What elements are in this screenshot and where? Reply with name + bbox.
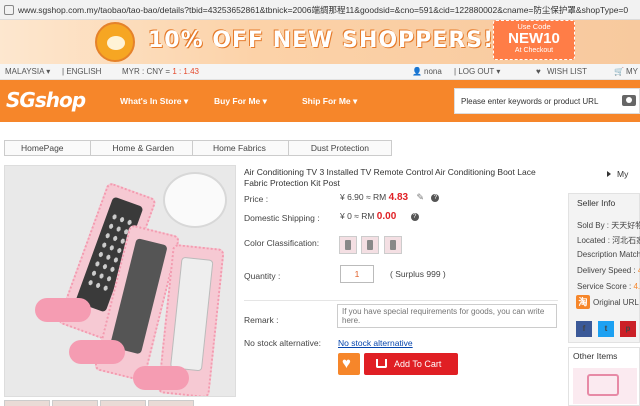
promo-text: 10% OFF NEW SHOPPERS! xyxy=(148,28,495,53)
other-item-image[interactable] xyxy=(573,368,637,404)
color-swatch-2[interactable] xyxy=(361,236,379,254)
shipping-rm: 0.00 xyxy=(376,211,397,222)
other-items-title: Other Items xyxy=(573,351,618,361)
breadcrumb-home-fabrics[interactable]: Home Fabrics xyxy=(191,140,289,156)
region-label: MALAYSIA xyxy=(5,67,44,76)
breadcrumb-dust-protection[interactable]: Dust Protection xyxy=(287,140,392,156)
edit-icon[interactable]: ✎ xyxy=(416,193,425,202)
region-select[interactable]: MALAYSIA ▾ xyxy=(5,67,50,76)
cart-icon xyxy=(376,359,387,368)
cart-icon: 🛒 xyxy=(614,67,624,76)
quantity-label: Quantity : xyxy=(244,271,281,281)
rate-value: 1 : 1.43 xyxy=(172,67,199,76)
price-value: ¥ 6.90 ≈ RM 4.83 ✎? xyxy=(340,192,440,203)
other-items-panel: Other Items xyxy=(568,347,640,406)
url-text[interactable]: www.sgshop.com.my/taobao/tao-bao/details… xyxy=(18,4,628,16)
color-label: Color Classification: xyxy=(244,238,320,248)
service-label: Service Score : xyxy=(577,282,634,291)
user-name[interactable]: nona xyxy=(424,67,442,76)
my-link[interactable]: MY xyxy=(626,67,638,76)
mascot-icon xyxy=(95,22,135,62)
seller-info-panel: Seller Info Sold By : 天天好物 Located : 河北石… xyxy=(568,193,640,343)
promo-code-box: Use Code NEW10 At Checkout xyxy=(493,20,575,60)
help-icon[interactable]: ? xyxy=(410,212,419,221)
bow-3 xyxy=(133,366,189,390)
breadcrumb: HomePage Home & Garden Home Fabrics Dust… xyxy=(4,140,392,156)
sidebar-my-link[interactable]: My xyxy=(606,169,628,179)
seller-description: Description Match xyxy=(577,250,640,259)
page-icon xyxy=(4,4,14,15)
browser-url-bar[interactable]: www.sgshop.com.my/taobao/tao-bao/details… xyxy=(0,0,640,20)
pinterest-share-icon[interactable]: p xyxy=(620,321,636,337)
product-image[interactable] xyxy=(4,165,236,397)
color-swatch-1[interactable] xyxy=(339,236,357,254)
nav-ship-for-me-label: Ship For Me xyxy=(302,96,351,106)
facebook-share-icon[interactable]: f xyxy=(576,321,592,337)
shipping-label: Domestic Shipping : xyxy=(244,213,320,223)
nostock-link[interactable]: No stock alternative xyxy=(338,338,413,348)
delivery-label: Delivery Speed : xyxy=(577,266,638,275)
cup-decoration xyxy=(163,172,227,228)
seller-sold-by: Sold By : 天天好物 xyxy=(577,221,640,230)
favorite-button[interactable] xyxy=(338,353,360,375)
heart-icon: ♥ xyxy=(536,67,541,76)
divider xyxy=(244,300,558,301)
product-title: Air Conditioning TV 3 Installed TV Remot… xyxy=(244,167,536,188)
logout-link[interactable]: | LOG OUT ▾ xyxy=(454,67,500,76)
bow-1 xyxy=(35,298,91,322)
rate-label: MYR : CNY = xyxy=(122,67,173,76)
promo-banner[interactable]: 10% OFF NEW SHOPPERS! Use Code NEW10 At … xyxy=(0,20,640,64)
add-to-cart-label: Add To Cart xyxy=(394,359,442,369)
surplus-text: ( Surplus 999 ) xyxy=(390,269,446,279)
bow-2 xyxy=(69,340,125,364)
user-icon: 👤 xyxy=(412,67,422,76)
search-input[interactable] xyxy=(455,89,615,113)
remark-label: Remark : xyxy=(244,315,279,325)
breadcrumb-homepage[interactable]: HomePage xyxy=(4,140,91,156)
nav-whats-in-store[interactable]: What's In Store ▾ xyxy=(120,96,188,107)
seller-delivery: Delivery Speed : 4. xyxy=(577,266,640,275)
help-icon[interactable]: ? xyxy=(431,193,440,202)
shipping-original: ¥ 0 ≈ RM xyxy=(340,211,377,221)
nostock-label: No stock alternative: xyxy=(244,338,322,348)
seller-service: Service Score : 4. xyxy=(577,282,640,291)
seller-located: Located : 河北石家庄 xyxy=(577,236,640,245)
nav-buy-for-me-label: Buy For Me xyxy=(214,96,261,106)
currency-rate: MYR : CNY = 1 : 1.43 xyxy=(122,67,199,76)
price-rm: 4.83 xyxy=(388,192,409,203)
language-label: ENGLISH xyxy=(66,67,102,76)
original-url-link[interactable]: Original URL xyxy=(593,298,639,307)
seller-info-title: Seller Info xyxy=(577,198,616,208)
shipping-value: ¥ 0 ≈ RM 0.00 ? xyxy=(340,211,419,222)
promo-code-value: NEW10 xyxy=(508,30,560,47)
search-box xyxy=(454,88,640,114)
logout-label: LOG OUT xyxy=(458,67,495,76)
add-to-cart-button[interactable]: Add To Cart xyxy=(364,353,458,375)
service-value: 4. xyxy=(633,282,640,291)
twitter-share-icon[interactable]: t xyxy=(598,321,614,337)
thumbnail[interactable] xyxy=(148,400,194,406)
site-logo[interactable]: SGshop xyxy=(6,88,86,112)
breadcrumb-home-garden[interactable]: Home & Garden xyxy=(89,140,193,156)
wishlist-link[interactable]: WISH LIST xyxy=(547,67,587,76)
price-original: ¥ 6.90 ≈ RM xyxy=(340,192,389,202)
quantity-input[interactable]: 1 xyxy=(340,265,374,283)
thumbnail[interactable] xyxy=(52,400,98,406)
nav-buy-for-me[interactable]: Buy For Me ▾ xyxy=(214,96,267,107)
thumbnail[interactable] xyxy=(100,400,146,406)
promo-code-caption: At Checkout xyxy=(514,47,554,54)
thumbnail-strip xyxy=(4,400,196,406)
language-link[interactable]: | ENGLISH xyxy=(62,67,101,76)
utility-bar: MALAYSIA ▾ | ENGLISH MYR : CNY = 1 : 1.4… xyxy=(0,64,640,80)
taobao-icon: 淘 xyxy=(576,295,590,309)
nav-whats-in-store-label: What's In Store xyxy=(120,96,182,106)
price-label: Price : xyxy=(244,194,269,204)
main-nav: SGshop What's In Store ▾ Buy For Me ▾ Sh… xyxy=(0,80,640,122)
color-swatch-3[interactable] xyxy=(384,236,402,254)
camera-icon[interactable] xyxy=(622,95,636,106)
thumbnail[interactable] xyxy=(4,400,50,406)
remark-field[interactable] xyxy=(337,304,557,328)
nav-ship-for-me[interactable]: Ship For Me ▾ xyxy=(302,96,357,107)
